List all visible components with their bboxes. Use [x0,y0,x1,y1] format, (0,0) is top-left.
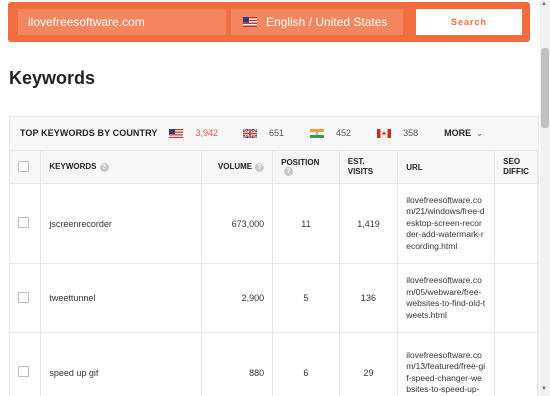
url-header-label: URL [406,162,423,172]
est-visits-header[interactable]: EST. VISITS [339,150,399,184]
select-all-cell [10,150,42,184]
keyword-cell[interactable]: speed up gif [40,332,202,396]
row-select-cell [10,332,42,396]
country-count: 3,942 [195,128,219,138]
keywords-table: KEYWORDS? VOLUME? POSITION? EST. VISITS U… [10,150,538,396]
scroll-up-arrow-icon[interactable]: ▲ [541,1,547,7]
url-cell[interactable]: ilovefreesoftware.com/21/windows/free-de… [397,183,496,264]
country-count: 452 [336,128,352,138]
position-cell: 6 [272,332,340,396]
scrollbar-thumb[interactable] [541,48,549,128]
seo-header-label-2: DIFFIC [503,167,529,176]
position-header[interactable]: POSITION? [272,150,340,184]
position-header-label: POSITION [281,157,320,167]
keywords-header-label: KEYWORDS [49,162,97,172]
visits-cell: 1,419 [339,183,399,264]
row-checkbox[interactable] [18,217,29,228]
row-select-cell [10,263,42,333]
volume-header[interactable]: VOLUME? [201,150,274,184]
uk-flag-icon [243,128,258,138]
volume-cell: 673,000 [201,183,274,264]
row-select-cell [10,183,42,264]
row-checkbox[interactable] [18,291,29,303]
country-us[interactable]: 3,942 [169,128,218,138]
page-title: Keywords [9,68,96,88]
more-label: MORE [444,128,472,138]
help-icon[interactable]: ? [255,162,265,172]
country-canada[interactable]: 358 [377,128,418,138]
scroll-down-arrow-icon[interactable]: ▼ [541,386,547,392]
visits-cell: 29 [339,332,399,396]
seo-cell [494,263,538,333]
language-label: English / United States [266,15,388,29]
seo-cell [494,183,538,264]
visits-cell: 136 [339,263,399,333]
est-visits-header-label: EST. [347,157,365,166]
help-icon[interactable]: ? [99,162,109,172]
country-count: 358 [403,128,419,138]
india-flag-icon [310,128,325,138]
position-cell: 11 [272,183,340,264]
domain-input[interactable]: ilovefreesoftware.com [18,9,226,35]
country-uk[interactable]: 651 [243,128,284,138]
canada-flag-icon [377,128,392,138]
country-india[interactable]: 452 [310,128,351,138]
chevron-down-icon: ⌄ [476,128,483,138]
keywords-header[interactable]: KEYWORDS? [40,150,202,184]
keyword-cell[interactable]: tweettunnel [40,263,202,333]
search-bar: ilovefreesoftware.com English / United S… [8,2,530,42]
volume-cell: 2,900 [201,263,274,333]
url-cell[interactable]: ilovefreesoftware.com/05/webware/free-we… [397,263,496,333]
us-flag-icon [243,17,257,27]
table-row: tweettunnel 2,900 5 136 ilovefreesoftwar… [10,263,538,333]
search-button[interactable]: Search [416,9,522,35]
seo-cell [494,332,538,396]
table-row: speed up gif 880 6 29 ilovefreesoftware.… [10,332,538,396]
table-row: jscreenrecorder 673,000 11 1,419 ilovefr… [10,183,538,264]
country-filter-label: TOP KEYWORDS BY COUNTRY [20,128,158,138]
position-cell: 5 [272,263,340,333]
country-count: 651 [269,128,285,138]
more-countries-button[interactable]: MORE ⌄ [444,128,483,138]
keyword-cell[interactable]: jscreenrecorder [40,183,202,264]
seo-header-label: SEO [503,157,521,166]
seo-difficulty-header[interactable]: SEO DIFFIC [494,150,538,184]
volume-header-label: VOLUME [217,162,253,172]
table-header-row: KEYWORDS? VOLUME? POSITION? EST. VISITS U… [10,150,538,184]
volume-cell: 880 [201,332,274,396]
row-checkbox[interactable] [18,366,29,377]
us-flag-icon [169,128,184,138]
url-header[interactable]: URL [397,150,496,184]
select-all-checkbox[interactable] [18,160,29,172]
url-cell[interactable]: ilovefreesoftware.com/13/featured/free-g… [397,332,496,396]
help-icon[interactable]: ? [284,167,294,177]
keywords-panel: TOP KEYWORDS BY COUNTRY 3,942 651 452 35… [9,116,539,396]
language-select[interactable]: English / United States [231,9,403,35]
est-visits-header-label-2: VISITS [347,167,374,176]
country-filter-row: TOP KEYWORDS BY COUNTRY 3,942 651 452 35… [10,117,538,149]
